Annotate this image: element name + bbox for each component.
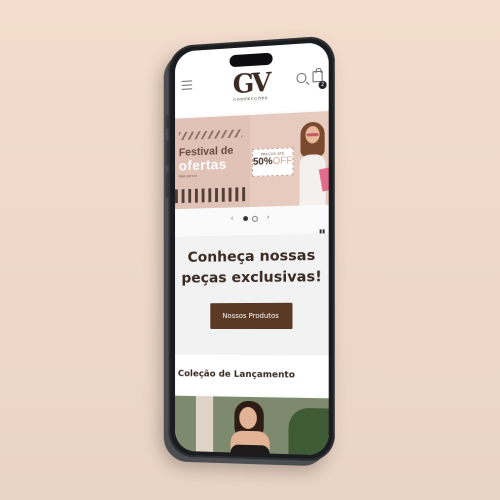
discount-value: 50%OFF <box>253 155 293 169</box>
mute-switch <box>165 115 169 129</box>
hero-section: Conheça nossas peças exclusivas! Nossos … <box>175 233 329 356</box>
banner-text-panel: Festival de ofertas Não perca! <box>175 115 250 210</box>
discount-tag: PREÇOS ATÉ 50%OFF <box>251 147 294 177</box>
collection-title: Coleção de Lançamento <box>177 369 295 381</box>
banner-model-image <box>287 111 329 206</box>
banner-small-text: Não perca! <box>178 173 198 179</box>
carousel-prev-button[interactable]: ‹ <box>231 213 234 223</box>
phone-frame: GV CONFECÇÕES 2 Festival de ofertas Não … <box>165 35 335 462</box>
logo-subtitle: CONFECÇÕES <box>233 95 268 102</box>
carousel-dot-active[interactable] <box>243 216 249 222</box>
search-icon[interactable] <box>296 72 307 84</box>
mockup-scene: GV CONFECÇÕES 2 Festival de ofertas Não … <box>0 0 500 500</box>
banner-chevron-pattern <box>178 129 243 141</box>
logo-mark: GV <box>232 67 269 100</box>
carousel-next-button[interactable]: › <box>267 212 270 222</box>
discount-percent: 50% <box>252 156 273 168</box>
discount-off: OFF <box>272 155 293 168</box>
banner-stripe-pattern <box>175 187 247 204</box>
volume-up-button <box>165 140 169 167</box>
cart-count-badge: 2 <box>318 80 327 90</box>
products-button[interactable]: Nossos Produtos <box>209 302 292 330</box>
collection-header: Coleção de Lançamento <box>175 354 329 397</box>
volume-down-button <box>165 172 169 198</box>
carousel-dot[interactable] <box>251 215 258 222</box>
phone-screen: GV CONFECÇÕES 2 Festival de ofertas Não … <box>175 41 329 456</box>
menu-icon[interactable] <box>181 80 193 90</box>
carousel-pause-icon[interactable] <box>319 221 326 237</box>
carousel-pager: ‹ › <box>175 211 329 225</box>
hero-title: Conheça nossas peças exclusivas! <box>181 247 322 287</box>
site-logo[interactable]: GV CONFECÇÕES <box>229 67 272 102</box>
banner-title-highlight: ofertas <box>178 155 227 174</box>
product-image[interactable] <box>175 395 329 456</box>
promo-banner[interactable]: Festival de ofertas Não perca! PREÇOS AT… <box>175 111 329 210</box>
